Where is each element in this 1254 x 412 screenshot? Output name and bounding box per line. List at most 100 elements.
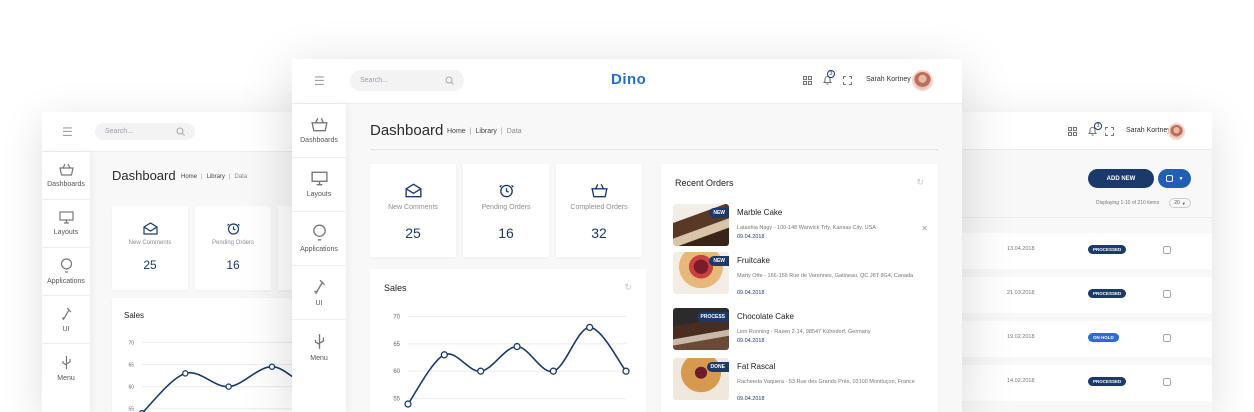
row-checkbox[interactable] [1163,334,1171,342]
y-tick-label: 60 [393,369,400,375]
order-date: 09.04.2018 [737,290,765,296]
breadcrumb-library[interactable]: Library [476,128,497,135]
fullscreen-icon[interactable] [843,76,852,85]
sidebar-item-label: Applications [47,278,85,285]
fullscreen-icon[interactable] [1105,127,1114,136]
recent-orders-card: Recent Orders ↻ NEW Marble Cake Latashia… [661,164,938,412]
breadcrumb-home[interactable]: Home [181,174,197,180]
sidebar-item-ui[interactable]: UI [292,266,346,320]
stat-value: 25 [143,258,157,272]
search-input[interactable]: Search... [95,123,195,140]
y-tick-label: 55 [393,397,400,403]
status-badge: PROCESSED [1088,377,1127,386]
envelope-icon [404,183,422,198]
grid-icon[interactable] [1068,127,1077,136]
status-badge: PROCESSED [1088,245,1127,254]
sales-chart: 55 60 65 70 [128,340,302,412]
list-item[interactable]: NEW Fruitcake Marty Otte - 166-156 Rue d… [673,252,928,298]
stat-label: Completed Orders [570,204,628,211]
list-item[interactable]: NEW Marble Cake Latashia Nagy - 100-148 … [673,204,928,250]
stat-label: Pending Orders [481,204,531,211]
order-name: Chocolate Cake [737,312,794,321]
order-name: Fruitcake [737,256,770,265]
y-tick-label: 55 [128,407,134,412]
table-row[interactable]: 21.03.2018 PROCESSED [955,277,1212,313]
notification-badge: 3 [1094,122,1102,130]
user-name[interactable]: Sarah Kortney [866,76,911,83]
row-checkbox[interactable] [1163,246,1171,254]
stat-value: 16 [226,258,240,272]
sidebar-item-menu[interactable]: Menu [292,320,346,374]
sidebar-item-layouts[interactable]: Layouts [42,200,90,248]
stat-label: New Comments [388,204,438,211]
sidebar-item-label: Layouts [306,191,332,198]
sidebar-item-label: Dashboards [47,181,85,188]
add-new-button[interactable]: ADD NEW [1088,169,1154,188]
monitor-icon [58,211,74,224]
more-icon[interactable]: ✕ [921,224,928,233]
sidebar-item-dashboards[interactable]: Dashboards [42,152,90,200]
order-date: 09.04.2018 [737,234,765,240]
sidebar-item-menu[interactable]: Menu [42,344,90,392]
table-row[interactable]: 13.04.2018 PROCESSED [955,233,1212,269]
order-address: Linn Ronning - Rasen 2-14, 98547 Kühndor… [737,329,871,335]
y-tick-label: 65 [393,342,400,348]
data-point [268,363,276,370]
page-title: Dashboard [370,122,444,139]
sidebar-item-layouts[interactable]: Layouts [292,158,346,212]
recent-orders-title: Recent Orders [675,178,734,188]
order-address: Latashia Nagy - 100-148 Warwick Trfy, Ka… [737,225,876,231]
row-checkbox[interactable] [1163,290,1171,298]
series-line [407,326,627,405]
menu-toggle-icon[interactable]: ☰ [314,74,325,88]
stat-value: 16 [498,225,514,241]
avatar[interactable] [912,70,933,91]
search-placeholder: Search... [105,128,134,135]
y-tick-label: 70 [128,340,134,346]
stat-label: New Comments [128,240,172,246]
list-item[interactable]: PROCESS Chocolate Cake Linn Ronning - Ra… [673,308,928,354]
menu-toggle-icon[interactable]: ☰ [62,125,73,139]
search-input[interactable]: Search... [350,70,464,91]
right-topbar: 3 Sarah Kortney [955,112,1212,150]
status-tag: DONE [706,362,729,372]
table-row[interactable]: 19.02.2018 ON HOLD [955,321,1212,357]
pipette-icon [61,307,71,321]
select-all-button[interactable]: ▼ [1158,169,1191,188]
status-badge: PROCESSED [1088,289,1127,298]
monitor-icon [310,171,328,186]
refresh-icon[interactable]: ↻ [916,177,924,188]
displaying-count: Displaying 1-10 of 210 items [1096,200,1160,206]
table-row[interactable]: 14.02.2018 PROCESSED [955,365,1212,401]
order-date: 09.04.2018 [737,338,765,344]
stat-label: Pending Orders [211,240,255,246]
left-window: ☰ Search... Dashboards Layouts Applicati… [42,112,302,412]
order-name: Marble Cake [737,208,783,217]
row-checkbox[interactable] [1163,378,1171,386]
clock-icon [498,184,514,198]
brand-logo[interactable]: Dino [611,71,646,88]
grid-icon[interactable] [803,76,812,85]
sidebar-item-applications[interactable]: Applications [42,248,90,296]
breadcrumb-library[interactable]: Library [207,174,225,180]
sales-card: Sales 55 60 65 70 [112,298,302,412]
main-topbar: ☰ Search... Dino 3 Sarah Kortney [292,59,962,104]
status-tag: PROCESS [696,312,729,322]
sidebar-item-applications[interactable]: Applications [292,212,346,266]
left-topbar: ☰ Search... [42,112,302,152]
balloon-icon [60,258,72,273]
status-tag: NEW [709,208,729,218]
breadcrumb: Home | Library | Data [447,128,522,135]
user-name[interactable]: Sarah Kortney [1126,127,1171,134]
per-page-select[interactable]: 20 ▼ [1169,198,1191,208]
sidebar-item-dashboards[interactable]: Dashboards [292,104,346,158]
stat-card-new-comments: New Comments 25 [112,206,188,290]
checkbox-icon [1165,175,1173,182]
sidebar-item-ui[interactable]: UI [42,296,90,344]
data-point [477,367,485,375]
breadcrumb-home[interactable]: Home [447,128,466,135]
per-page-value: 20 [1174,200,1180,206]
cake-image: NEW [673,252,729,294]
list-item[interactable]: DONE Fat Rascal Racheeda Vaquera - 53 Ru… [673,358,928,404]
avatar[interactable] [1168,123,1185,140]
